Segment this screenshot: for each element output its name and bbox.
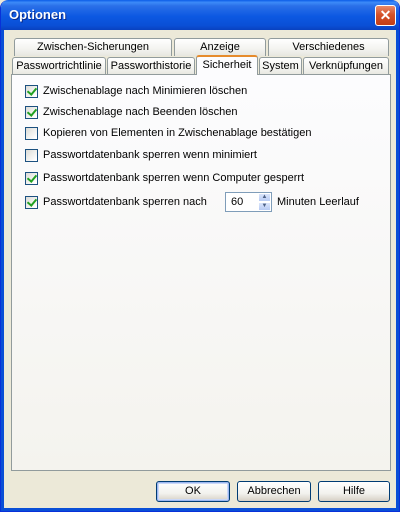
option-label: Passwortdatenbank sperren wenn minimiert <box>43 149 257 161</box>
window-frame-bottom <box>1 508 399 511</box>
option-label: Kopieren von Elementen in Zwischenablage… <box>43 127 312 139</box>
tab-system[interactable]: System <box>259 57 302 75</box>
window-frame-left <box>1 30 4 511</box>
title-bar[interactable]: Optionen ✕ <box>1 0 399 30</box>
checkbox-clear-on-exit[interactable] <box>25 105 38 119</box>
option-label: Zwischenablage nach Beenden löschen <box>43 106 238 118</box>
checkbox-clear-on-minimize[interactable] <box>25 84 38 98</box>
ok-button[interactable]: OK <box>156 481 230 502</box>
close-icon: ✕ <box>379 7 392 23</box>
help-button[interactable]: Hilfe <box>318 481 390 502</box>
option-lock-on-minimize[interactable]: Passwortdatenbank sperren wenn minimiert <box>25 148 257 162</box>
option-lock-on-computer-lock[interactable]: Passwortdatenbank sperren wenn Computer … <box>25 171 304 185</box>
tab-verknuepfungen[interactable]: Verknüpfungen <box>303 57 389 75</box>
option-lock-after-idle[interactable]: Passwortdatenbank sperren nach <box>25 195 207 209</box>
checkbox-lock-after-idle[interactable] <box>25 195 38 209</box>
checkbox-confirm-copy[interactable] <box>25 126 38 140</box>
tab-passworthistorie[interactable]: Passworthistorie <box>107 57 195 75</box>
lock-timeout-unit-label: Minuten Leerlauf <box>277 196 359 208</box>
spin-up-icon[interactable]: ▲ <box>258 193 271 202</box>
option-clear-on-exit[interactable]: Zwischenablage nach Beenden löschen <box>25 105 237 119</box>
option-clear-on-minimize[interactable]: Zwischenablage nach Minimieren löschen <box>25 84 247 98</box>
checkbox-lock-on-computer-lock[interactable] <box>25 171 38 185</box>
tab-passwortrichtlinie[interactable]: Passwortrichtlinie <box>12 57 106 75</box>
lock-timeout-input[interactable]: 60 <box>225 192 259 212</box>
lock-timeout-stepper: ▲ ▼ <box>258 192 272 212</box>
option-label: Passwortdatenbank sperren nach <box>43 196 207 208</box>
tab-anzeige[interactable]: Anzeige <box>174 38 266 56</box>
tab-zwischen-sicherungen[interactable]: Zwischen-Sicherungen <box>14 38 172 56</box>
option-label: Zwischenablage nach Minimieren löschen <box>43 85 248 97</box>
spin-down-icon[interactable]: ▼ <box>258 202 271 211</box>
checkbox-lock-on-minimize[interactable] <box>25 148 38 162</box>
tab-sicherheit[interactable]: Sicherheit <box>196 55 258 75</box>
tab-verschiedenes[interactable]: Verschiedenes <box>268 38 389 56</box>
option-label: Passwortdatenbank sperren wenn Computer … <box>43 172 305 184</box>
window-frame-right <box>396 30 399 511</box>
close-button[interactable]: ✕ <box>375 5 396 26</box>
option-confirm-copy[interactable]: Kopieren von Elementen in Zwischenablage… <box>25 126 311 140</box>
cancel-button[interactable]: Abbrechen <box>237 481 311 502</box>
options-dialog: Optionen ✕ Zwischen-Sicherungen Anzeige … <box>0 0 400 512</box>
window-title: Optionen <box>9 7 67 22</box>
